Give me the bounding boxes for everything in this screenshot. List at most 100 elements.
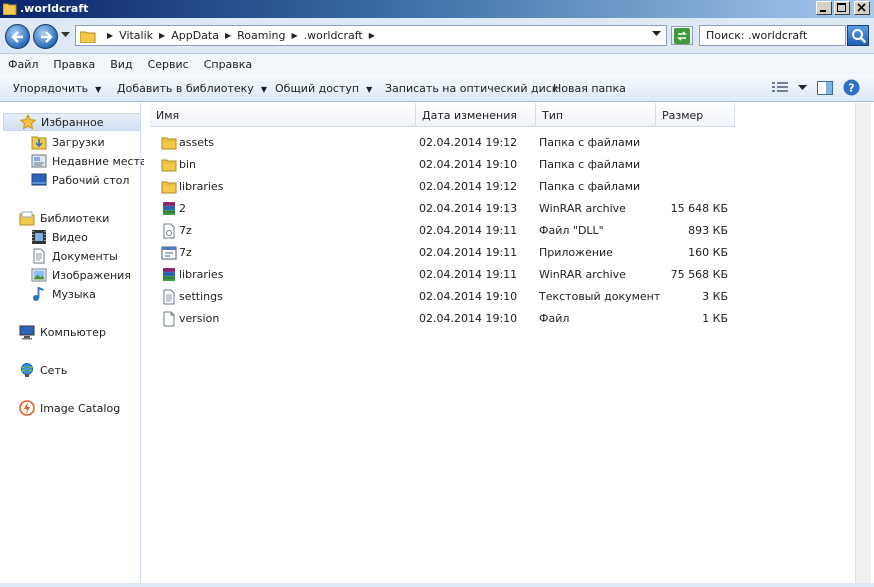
- breadcrumb-roaming[interactable]: Roaming: [237, 29, 285, 42]
- nav-recent-places[interactable]: Недавние места: [31, 152, 147, 170]
- nav-music[interactable]: Музыка: [31, 285, 96, 303]
- column-header-date[interactable]: Дата изменения: [416, 103, 536, 127]
- add-to-library-label: Добавить в библиотеку: [117, 82, 254, 95]
- nav-downloads[interactable]: Загрузки: [31, 133, 105, 151]
- breadcrumb-arrow[interactable]: ▶: [291, 31, 297, 40]
- file-row[interactable]: libraries 02.04.2014 19:11 WinRAR archive 7…: [144, 264, 855, 286]
- file-size: 893 КБ: [688, 224, 728, 237]
- menu-edit[interactable]: Правка: [45, 54, 102, 74]
- nav-libraries[interactable]: Библиотеки: [19, 209, 109, 227]
- help-icon[interactable]: ?: [843, 79, 860, 96]
- file-date: 02.04.2014 19:10: [419, 158, 518, 171]
- folder-icon: [161, 179, 177, 198]
- organize-button[interactable]: Упорядочить ▼: [13, 82, 101, 95]
- share-button[interactable]: Общий доступ ▼: [275, 82, 372, 95]
- music-icon: [33, 286, 44, 301]
- close-button[interactable]: [854, 1, 870, 15]
- chevron-down-icon[interactable]: [652, 31, 661, 37]
- folder-icon: [3, 3, 17, 15]
- nav-computer-label: Компьютер: [40, 325, 106, 339]
- back-button[interactable]: [5, 24, 30, 49]
- chevron-down-icon: ▼: [366, 85, 373, 94]
- file-row[interactable]: settings 02.04.2014 19:10 Текстовый докуме…: [144, 286, 855, 308]
- file-row[interactable]: version 02.04.2014 19:10 Файл 1 КБ: [144, 308, 855, 330]
- search-icon: [852, 29, 867, 44]
- breadcrumb-arrow[interactable]: ▶: [225, 31, 231, 40]
- vertical-scrollbar[interactable]: [855, 103, 871, 583]
- documents-icon: [33, 248, 45, 264]
- new-folder-button[interactable]: Новая папка: [553, 82, 626, 95]
- search-input[interactable]: Поиск: .worldcraft: [699, 25, 846, 46]
- nav-video-label: Видео: [52, 230, 88, 244]
- nav-favorites-label: Избранное: [41, 115, 104, 129]
- nav-libraries-label: Библиотеки: [40, 211, 110, 225]
- file-name: libraries: [179, 268, 224, 281]
- libraries-icon: [19, 211, 35, 226]
- nav-images[interactable]: Изображения: [31, 266, 131, 284]
- blank-file-icon: [161, 311, 177, 330]
- file-date: 02.04.2014 19:10: [419, 312, 518, 325]
- file-row[interactable]: libraries 02.04.2014 19:12 Папка с файлами: [144, 176, 855, 198]
- arrow-left-icon: [11, 31, 23, 43]
- breadcrumb-vitalik[interactable]: Vitalik: [119, 29, 153, 42]
- search-button[interactable]: [847, 25, 869, 46]
- file-date: 02.04.2014 19:11: [419, 268, 518, 281]
- downloads-folder-icon: [31, 136, 47, 150]
- refresh-button[interactable]: [671, 26, 693, 45]
- video-icon: [32, 230, 46, 244]
- refresh-icon: [674, 28, 690, 44]
- title-bar: .worldcraft: [0, 0, 874, 18]
- file-date: 02.04.2014 19:12: [419, 180, 518, 193]
- column-header-type[interactable]: Тип: [536, 103, 656, 127]
- column-header-size[interactable]: Размер: [656, 103, 735, 127]
- file-row[interactable]: assets 02.04.2014 19:12 Папка с файлами: [144, 132, 855, 154]
- file-size: 75 568 КБ: [670, 268, 728, 281]
- file-size: 3 КБ: [702, 290, 728, 303]
- winrar-icon: [161, 201, 177, 220]
- navigation-pane: Избранное Загрузки Недавние места Рабочи…: [0, 103, 147, 583]
- file-row[interactable]: 7z 02.04.2014 19:11 Файл "DLL" 893 КБ: [144, 220, 855, 242]
- menu-help[interactable]: Справка: [196, 54, 259, 74]
- forward-button[interactable]: [33, 24, 58, 49]
- chevron-down-icon[interactable]: [798, 84, 807, 91]
- window-bottom-frame: [0, 583, 874, 587]
- breadcrumb-worldcraft[interactable]: .worldcraft: [304, 29, 363, 42]
- file-row[interactable]: bin 02.04.2014 19:10 Папка с файлами: [144, 154, 855, 176]
- file-name: bin: [179, 158, 197, 171]
- file-type: Папка с файлами: [539, 180, 641, 193]
- menu-file[interactable]: Файл: [0, 54, 45, 74]
- maximize-button[interactable]: [834, 1, 850, 15]
- breadcrumb-appdata[interactable]: AppData: [171, 29, 219, 42]
- breadcrumb-arrow[interactable]: ▶: [369, 31, 375, 40]
- file-name: 2: [179, 202, 186, 215]
- nav-network[interactable]: Сеть: [19, 361, 67, 379]
- view-options-icon[interactable]: [772, 81, 788, 94]
- file-row[interactable]: 2 02.04.2014 19:13 WinRAR archive 15 648 КБ: [144, 198, 855, 220]
- breadcrumb-arrow[interactable]: ▶: [159, 31, 165, 40]
- minimize-button[interactable]: [816, 1, 832, 15]
- column-header-name[interactable]: Имя: [150, 103, 416, 127]
- nav-documents[interactable]: Документы: [31, 247, 118, 265]
- file-type: Приложение: [539, 246, 613, 259]
- column-header-date-label: Дата изменения: [422, 109, 517, 122]
- nav-computer[interactable]: Компьютер: [19, 323, 106, 341]
- text-file-icon: [161, 289, 177, 308]
- menu-view[interactable]: Вид: [102, 54, 139, 74]
- burn-button[interactable]: Записать на оптический диск: [385, 82, 558, 95]
- file-date: 02.04.2014 19:13: [419, 202, 518, 215]
- add-to-library-button[interactable]: Добавить в библиотеку ▼: [117, 82, 267, 95]
- nav-desktop[interactable]: Рабочий стол: [31, 171, 129, 189]
- recent-pages-dropdown[interactable]: [61, 32, 70, 38]
- folder-icon: [80, 31, 96, 43]
- chevron-down-icon: ▼: [95, 85, 102, 94]
- breadcrumb-arrow[interactable]: ▶: [107, 31, 113, 40]
- computer-icon: [19, 325, 35, 340]
- nav-image-catalog[interactable]: Image Catalog: [19, 399, 120, 417]
- nav-video[interactable]: Видео: [31, 228, 88, 246]
- address-bar[interactable]: ▶ Vitalik ▶ AppData ▶ Roaming ▶ .worldcr…: [75, 25, 667, 46]
- nav-favorites[interactable]: Избранное: [3, 113, 141, 131]
- file-row[interactable]: 7z 02.04.2014 19:11 Приложение 160 КБ: [144, 242, 855, 264]
- preview-pane-icon[interactable]: [817, 80, 833, 95]
- menu-tools[interactable]: Сервис: [140, 54, 196, 74]
- file-name: libraries: [179, 180, 224, 193]
